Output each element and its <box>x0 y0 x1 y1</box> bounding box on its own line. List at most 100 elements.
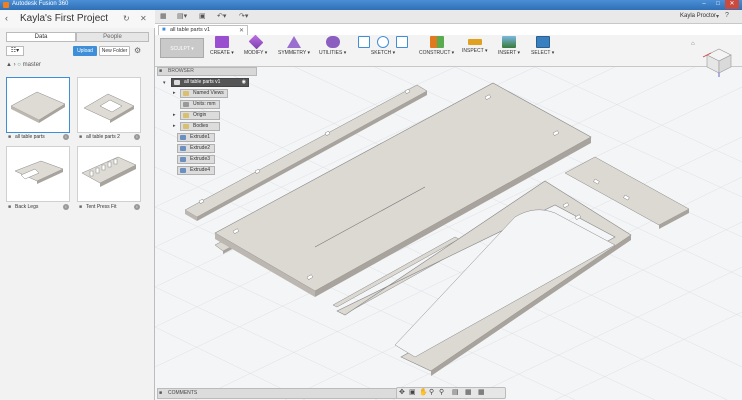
document-tab-label: all table parts v1 <box>170 27 211 33</box>
branch-indicator[interactable]: ▲ › ○ master <box>6 62 41 68</box>
node-label: Units: mm <box>193 101 216 107</box>
document-icon: ■ <box>162 27 166 33</box>
workspace-switcher[interactable]: SCULPT ▾ <box>160 38 204 58</box>
design-file-icon: ■ <box>8 134 12 140</box>
folder-icon <box>183 113 189 118</box>
title-bar: Autodesk Fusion 360 – □ ✕ <box>0 0 742 10</box>
utilities-label: UTILITIES <box>319 50 343 56</box>
info-icon[interactable]: i <box>134 204 140 210</box>
folder-tools-dropdown[interactable]: ☷▾ <box>6 46 24 56</box>
design-name[interactable]: all table parts 2 <box>86 134 120 140</box>
design-file-icon: ■ <box>79 204 83 210</box>
symmetry-menu[interactable]: SYMMETRY ▾ <box>278 36 310 56</box>
folder-icon <box>183 91 189 96</box>
grid-settings-icon[interactable]: ▦ <box>465 388 472 396</box>
design-name[interactable]: Tent Press Fit <box>86 204 117 210</box>
view-cube[interactable] <box>701 45 733 77</box>
refresh-icon[interactable]: ↻ <box>123 14 130 23</box>
insert-label: INSERT <box>498 50 517 56</box>
new-folder-button[interactable]: New Folder <box>99 46 130 56</box>
expand-arrow-icon[interactable]: ▸ <box>173 123 176 129</box>
collapse-icon[interactable]: ■ <box>159 390 162 396</box>
expand-arrow-icon[interactable]: ▸ <box>173 112 176 118</box>
browser-root-node[interactable]: all table parts v1 ◉ <box>171 78 249 87</box>
thumbnail-image <box>10 91 66 123</box>
viewports-icon[interactable]: ▦ <box>478 388 485 396</box>
thumbnail-image <box>14 160 64 184</box>
create-menu[interactable]: CREATE ▾ <box>210 36 234 56</box>
extrude-icon <box>180 146 186 151</box>
branch-circle-icon: ○ <box>17 62 21 68</box>
extrude-icon <box>180 168 186 173</box>
zoom-icon[interactable]: ⚲ <box>429 388 434 396</box>
browser-node-bodies[interactable]: Bodies <box>180 122 220 131</box>
browser-node-extrude3[interactable]: Extrude3 <box>177 155 215 164</box>
info-icon[interactable]: i <box>134 134 140 140</box>
close-panel-icon[interactable]: ✕ <box>140 14 147 23</box>
thumbnail-image <box>81 156 137 187</box>
grid-menu-icon[interactable]: ▦ <box>160 12 167 20</box>
node-label: Extrude2 <box>190 145 211 151</box>
fit-icon[interactable]: ⚲ <box>439 388 444 396</box>
viewport-canvas[interactable] <box>155 67 742 400</box>
select-menu[interactable]: SELECT ▾ <box>531 36 554 56</box>
document-tab[interactable]: ■ all table parts v1 ✕ <box>158 25 248 35</box>
browser-node-named-views[interactable]: Named Views <box>180 89 228 98</box>
design-thumbnail[interactable] <box>6 77 70 133</box>
browser-node-extrude4[interactable]: Extrude4 <box>177 166 215 175</box>
back-icon[interactable]: ‹ <box>5 13 8 23</box>
help-icon[interactable]: ? <box>725 12 729 19</box>
maximize-icon[interactable]: □ <box>711 0 725 9</box>
gear-icon[interactable]: ⚙ <box>134 46 141 55</box>
project-title: Kayla's First Project <box>20 13 109 24</box>
design-name[interactable]: all table parts <box>15 134 45 140</box>
fusion-app-icon <box>3 2 9 8</box>
design-file-icon: ■ <box>8 204 12 210</box>
branch-name: master <box>22 62 41 68</box>
minimize-icon[interactable]: – <box>697 0 711 9</box>
user-name[interactable]: Kayla Proctor <box>680 13 716 19</box>
save-icon[interactable]: ▣ <box>199 12 206 20</box>
browser-node-origin[interactable]: Origin <box>180 111 220 120</box>
symmetry-label: SYMMETRY <box>278 50 307 56</box>
radio-active-icon[interactable]: ◉ <box>242 79 246 86</box>
extrude-icon <box>180 135 186 140</box>
close-tab-icon[interactable]: ✕ <box>239 27 244 34</box>
file-menu-icon[interactable]: ▤▾ <box>177 12 187 20</box>
pan-icon[interactable]: ✋ <box>419 388 428 396</box>
orbit-icon[interactable]: ✥ <box>399 388 405 396</box>
tab-people[interactable]: People <box>76 32 149 42</box>
insert-menu[interactable]: INSERT ▾ <box>498 36 520 56</box>
chevron-down-icon[interactable]: ▾ <box>716 13 719 20</box>
display-settings-icon[interactable]: ▤ <box>452 388 459 396</box>
design-name[interactable]: Back Legs <box>15 204 38 210</box>
expand-arrow-icon[interactable]: ▾ <box>163 80 166 86</box>
collapse-icon[interactable]: ■ <box>159 68 162 74</box>
utilities-menu[interactable]: UTILITIES ▾ <box>319 36 346 56</box>
units-icon <box>183 102 189 107</box>
create-box-icon <box>214 36 229 48</box>
close-icon[interactable]: ✕ <box>725 0 739 9</box>
inspect-menu[interactable]: INSPECT ▾ <box>462 36 488 54</box>
browser-node-extrude1[interactable]: Extrude1 <box>177 133 215 142</box>
construct-menu[interactable]: CONSTRUCT ▾ <box>419 36 454 56</box>
upload-button[interactable]: Upload <box>73 46 97 56</box>
home-view-icon[interactable]: ⌂ <box>691 41 695 47</box>
info-icon[interactable]: i <box>63 204 69 210</box>
look-at-icon[interactable]: ▣ <box>409 388 416 396</box>
sketch-menu[interactable]: SKETCH ▾ <box>354 36 412 56</box>
select-cursor-icon <box>535 36 550 48</box>
tab-data[interactable]: Data <box>6 32 76 42</box>
modify-menu[interactable]: MODIFY ▾ <box>244 34 267 56</box>
design-thumbnail[interactable] <box>6 146 70 202</box>
expand-arrow-icon[interactable]: ▸ <box>173 90 176 96</box>
browser-node-units[interactable]: Units: mm <box>180 100 220 109</box>
browser-node-extrude2[interactable]: Extrude2 <box>177 144 215 153</box>
design-thumbnail[interactable] <box>77 146 141 202</box>
info-icon[interactable]: i <box>63 134 69 140</box>
browser-title: BROWSER <box>168 68 194 74</box>
sketch-rectangle-icon <box>396 36 409 48</box>
redo-icon[interactable]: ↷▾ <box>239 12 248 20</box>
design-thumbnail[interactable] <box>77 77 141 133</box>
undo-icon[interactable]: ↶▾ <box>217 12 226 20</box>
